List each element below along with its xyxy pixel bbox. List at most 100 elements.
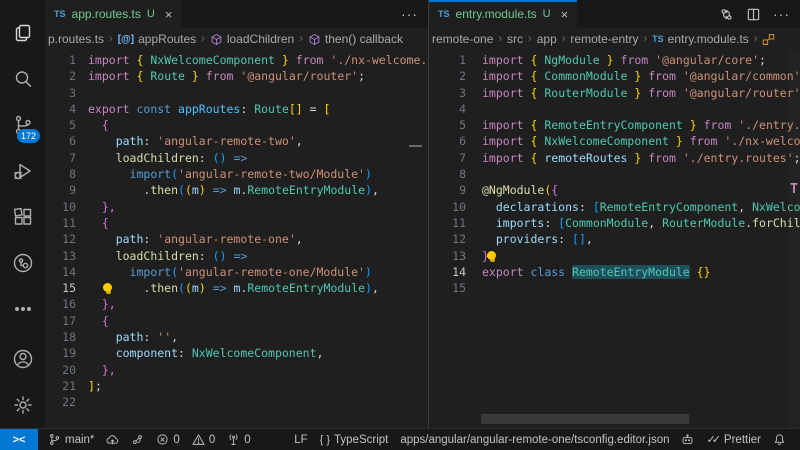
code-line[interactable]: 13}) [429, 248, 800, 264]
code-line[interactable]: 14 import('angular-remote-one/Module') [45, 264, 428, 280]
extensions-icon[interactable] [0, 194, 45, 240]
breadcrumb: remote-one›src›app›remote-entry›TSentry.… [429, 28, 800, 50]
status-notifications[interactable] [767, 429, 792, 450]
status-forwarded-ports[interactable]: 0 [221, 429, 256, 450]
line-number: 2 [429, 68, 466, 84]
breadcrumb-item[interactable]: TSentry.module.ts [652, 32, 749, 46]
source-control-icon[interactable]: 172 [0, 102, 45, 148]
breadcrumb-item[interactable]: app [537, 32, 557, 46]
code-line[interactable]: 8 import('angular-remote-two/Module') [45, 166, 428, 182]
code-line[interactable]: 2import { Route } from '@angular/router'… [45, 68, 428, 84]
code-line[interactable]: 12 path: 'angular-remote-one', [45, 231, 428, 247]
error-icon [156, 433, 169, 446]
code-line[interactable]: 9 .then((m) => m.RemoteEntryModule), [45, 182, 428, 198]
code-line[interactable]: 13 loadChildren: () => [45, 248, 428, 264]
code-line[interactable]: 5import { RemoteEntryComponent } from '.… [429, 117, 800, 133]
status-remote-indicator[interactable]: >< [0, 429, 38, 450]
account-icon[interactable] [0, 336, 45, 382]
horizontal-scrollbar[interactable] [481, 414, 689, 424]
status-label: apps/angular/angular-remote-one/tsconfig… [400, 434, 669, 446]
status-tsconfig-path[interactable]: apps/angular/angular-remote-one/tsconfig… [394, 429, 675, 450]
code-text: import { RemoteEntryComponent } from './… [482, 117, 800, 133]
status-label: 0 [209, 434, 215, 446]
status-prettier[interactable]: ✓✓Prettier [700, 429, 767, 450]
source-control-badge: 172 [17, 129, 40, 143]
breadcrumb-item[interactable]: then() callback [308, 32, 403, 46]
code-line[interactable]: 4export const appRoutes: Route[] = [ [45, 101, 428, 117]
lightbulb-icon[interactable] [103, 283, 113, 293]
code-line[interactable]: 7 loadChildren: () => [45, 150, 428, 166]
status-eol-indicator[interactable]: LF [288, 429, 313, 450]
code-line[interactable]: 17 { [45, 313, 428, 329]
close-tab-icon[interactable]: × [165, 7, 173, 22]
debug-icon[interactable] [0, 148, 45, 194]
line-number: 1 [45, 52, 76, 68]
tab-entry-module[interactable]: TS entry.module.ts U × [429, 0, 577, 28]
code-line[interactable]: 10 declarations: [RemoteEntryComponent, … [429, 199, 800, 215]
status-publish-changes[interactable] [100, 429, 125, 450]
code-line[interactable]: 18 path: '', [45, 329, 428, 345]
code-line[interactable]: 20 }, [45, 362, 428, 378]
braces-icon: { } [320, 434, 330, 446]
code-line[interactable]: 6import { NxWelcomeComponent } from './n… [429, 133, 800, 149]
breadcrumb-item[interactable]: p.routes.ts [48, 32, 104, 46]
status-language-mode[interactable]: { }TypeScript [314, 429, 395, 450]
code-editor-right[interactable]: T 1import { NgModule } from '@angular/co… [429, 50, 800, 428]
line-number: 14 [45, 264, 76, 280]
line-number: 15 [45, 280, 76, 296]
code-line[interactable]: 1import { NxWelcomeComponent } from './n… [45, 52, 428, 68]
code-text: providers: [], [482, 231, 593, 247]
code-line[interactable]: 14export class RemoteEntryModule {} [429, 264, 800, 280]
split-editor-icon[interactable] [746, 7, 761, 22]
search-icon[interactable] [0, 56, 45, 102]
breadcrumb-item[interactable]: loadChildren [210, 32, 294, 46]
code-line[interactable]: 10 }, [45, 199, 428, 215]
more-editor-icon[interactable]: ··· [773, 10, 790, 18]
settings-icon[interactable] [0, 382, 45, 428]
code-line[interactable]: 2import { CommonModule } from '@angular/… [429, 68, 800, 84]
code-line[interactable]: 16 }, [45, 296, 428, 312]
code-line[interactable]: 3 [45, 85, 428, 101]
ellipsis-icon[interactable] [0, 286, 45, 332]
code-text: { [88, 215, 109, 231]
code-line[interactable]: 9@NgModule({ [429, 182, 800, 198]
breadcrumb-item[interactable]: remote-one [432, 32, 493, 46]
status-git-branch[interactable]: main* [42, 429, 100, 450]
code-text: @NgModule({ [482, 182, 558, 198]
code-line[interactable]: 5 { [45, 117, 428, 133]
code-line[interactable]: 19 component: NxWelcomeComponent, [45, 345, 428, 361]
code-line[interactable]: 4 [429, 101, 800, 117]
breadcrumb-item[interactable]: remote-entry [570, 32, 638, 46]
status-bar-left: ><main* 000 [0, 429, 257, 450]
code-line[interactable]: 11 { [45, 215, 428, 231]
line-number: 14 [429, 264, 466, 280]
explorer-icon[interactable] [0, 10, 45, 56]
line-number: 7 [429, 150, 466, 166]
tab-bar-right: TS entry.module.ts U × ··· [429, 0, 800, 28]
code-line[interactable]: 15 .then((m) => m.RemoteEntryModule), [45, 280, 428, 296]
code-line[interactable]: 3import { RouterModule } from '@angular/… [429, 85, 800, 101]
code-editor-left[interactable]: 1import { NxWelcomeComponent } from './n… [45, 50, 428, 428]
code-line[interactable]: 15 [429, 280, 800, 296]
code-line[interactable]: 7import { remoteRoutes } from './entry.r… [429, 150, 800, 166]
status-problems[interactable]: 00 [150, 429, 221, 450]
code-line[interactable]: 8 [429, 166, 800, 182]
code-line[interactable]: 12 providers: [], [429, 231, 800, 247]
breadcrumb-item[interactable]: [@]appRoutes [118, 32, 196, 46]
code-line[interactable]: 1import { NgModule } from '@angular/core… [429, 52, 800, 68]
compare-editor-icon[interactable] [719, 7, 734, 22]
code-line[interactable]: 21]; [45, 378, 428, 394]
breadcrumb-item[interactable] [762, 33, 775, 46]
lightbulb-icon[interactable] [487, 251, 497, 261]
nx-console-icon[interactable] [0, 240, 45, 286]
close-tab-icon[interactable]: × [561, 7, 569, 22]
status-copilot[interactable] [675, 429, 700, 450]
typescript-file-icon: TS [54, 9, 66, 19]
status-source-graph[interactable] [125, 429, 150, 450]
code-line[interactable]: 11 imports: [CommonModule, RouterModule.… [429, 215, 800, 231]
more-editor-icon[interactable]: ··· [401, 10, 418, 18]
tab-app-routes[interactable]: TS app.routes.ts U × [45, 0, 181, 28]
code-line[interactable]: 22 [45, 394, 428, 410]
breadcrumb-item[interactable]: src [507, 32, 523, 46]
code-line[interactable]: 6 path: 'angular-remote-two', [45, 133, 428, 149]
